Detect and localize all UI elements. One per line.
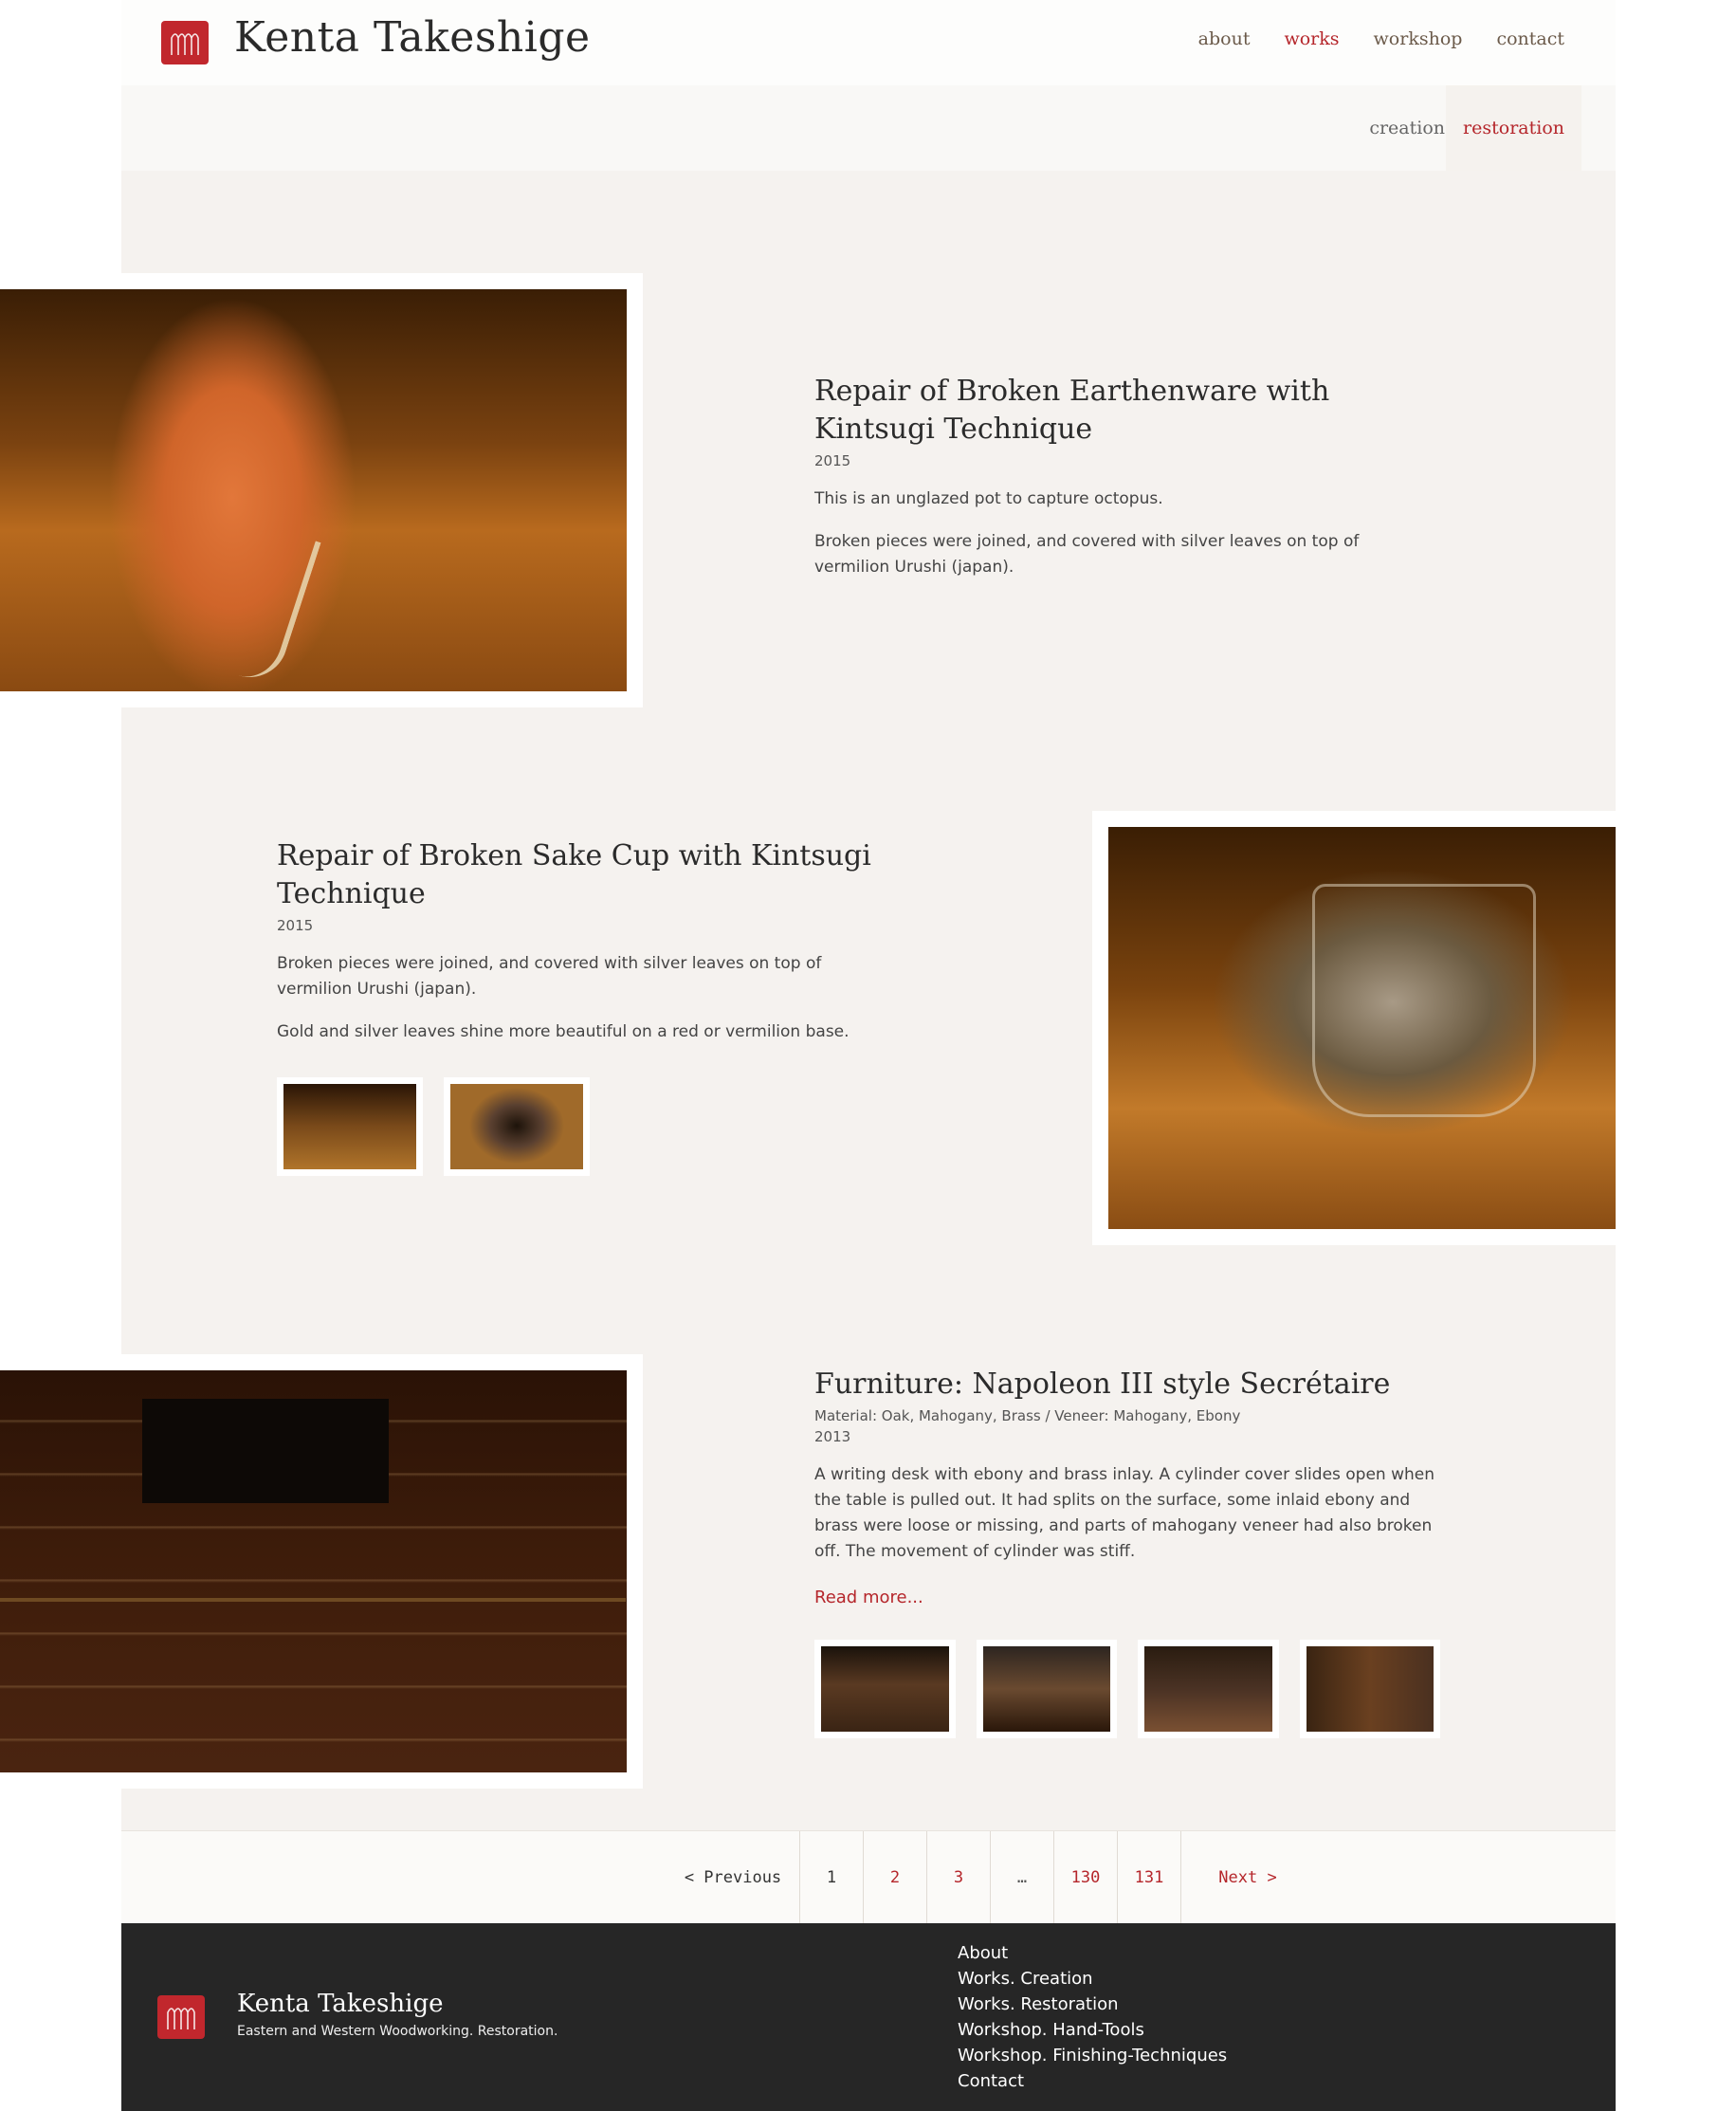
entry-paragraph: Broken pieces were joined, and covered w… — [277, 954, 822, 999]
nav-about[interactable]: about — [1198, 28, 1251, 49]
tab-restoration[interactable]: restoration — [1446, 85, 1581, 171]
entry-year: 2015 — [814, 452, 851, 469]
entry-description: Broken pieces were joined, and covered w… — [277, 951, 884, 1045]
thumbnail[interactable] — [1299, 1640, 1440, 1738]
thumbnail[interactable] — [277, 1077, 423, 1176]
main-nav: about works workshop contact — [1198, 28, 1564, 49]
nav-works[interactable]: works — [1284, 28, 1339, 49]
sake-cup-photo[interactable] — [1092, 811, 1616, 1245]
work-entry-earthenware: Repair of Broken Earthenware with Kintsu… — [814, 373, 1421, 580]
footer-link-works-restoration[interactable]: Works. Restoration — [958, 1992, 1227, 2017]
secretaire-photo[interactable] — [0, 1354, 643, 1789]
earthenware-photo[interactable] — [0, 273, 643, 707]
site-title[interactable]: Kenta Takeshige — [234, 13, 591, 62]
thumbnail-gallery — [814, 1640, 1440, 1738]
footer-links: About Works. Creation Works. Restoration… — [958, 1940, 1227, 2094]
thumbnail[interactable] — [814, 1640, 956, 1738]
footer-tagline: Eastern and Western Woodworking. Restora… — [237, 2024, 558, 2039]
pagination: < Previous 1 2 3 … 130 131 Next > — [121, 1830, 1616, 1924]
footer-site-name[interactable]: Kenta Takeshige — [237, 1990, 443, 2018]
footer-link-workshop-hand-tools[interactable]: Workshop. Hand-Tools — [958, 2017, 1227, 2043]
logo-icon[interactable] — [161, 21, 209, 64]
page-link-2[interactable]: 2 — [863, 1831, 926, 1924]
footer-link-contact[interactable]: Contact — [958, 2068, 1227, 2094]
site-footer: Kenta Takeshige Eastern and Western Wood… — [121, 1923, 1616, 2111]
entry-paragraph: A writing desk with ebony and brass inla… — [814, 1465, 1435, 1561]
entry-paragraph: Broken pieces were joined, and covered w… — [814, 532, 1360, 577]
entry-description: This is an unglazed pot to capture octop… — [814, 486, 1421, 580]
entry-paragraph: This is an unglazed pot to capture octop… — [814, 489, 1163, 508]
thumbnail-image — [982, 1646, 1110, 1732]
sake-cup-image — [1108, 827, 1616, 1229]
page-ellipsis: … — [990, 1831, 1053, 1924]
pager: < Previous 1 2 3 … 130 131 Next > — [667, 1831, 1314, 1924]
footer-logo-icon[interactable] — [157, 1995, 205, 2039]
nav-workshop[interactable]: workshop — [1374, 28, 1463, 49]
page-link-130[interactable]: 130 — [1053, 1831, 1117, 1924]
entry-title[interactable]: Repair of Broken Sake Cup with Kintsugi … — [277, 837, 884, 913]
footer-link-about[interactable]: About — [958, 1940, 1227, 1966]
entry-paragraph: Gold and silver leaves shine more beauti… — [277, 1022, 850, 1041]
entry-material: Material: Oak, Mahogany, Brass / Veneer:… — [814, 1407, 1241, 1424]
works-subnav: creation restoration — [121, 85, 1616, 171]
work-entry-sake-cup: Repair of Broken Sake Cup with Kintsugi … — [277, 837, 884, 1176]
entry-title[interactable]: Repair of Broken Earthenware with Kintsu… — [814, 373, 1421, 449]
page-link-3[interactable]: 3 — [926, 1831, 990, 1924]
work-entry-secretaire: Furniture: Napoleon III style Secrétaire… — [814, 1366, 1440, 1738]
thumbnail[interactable] — [444, 1077, 590, 1176]
footer-link-workshop-finishing[interactable]: Workshop. Finishing-Techniques — [958, 2043, 1227, 2068]
secretaire-image — [0, 1370, 627, 1772]
entry-year: 2013 — [814, 1428, 851, 1445]
thumbnail-image — [450, 1084, 583, 1169]
next-page-button[interactable]: Next > — [1180, 1831, 1314, 1924]
thumbnail-image — [1144, 1646, 1272, 1732]
entry-description: A writing desk with ebony and brass inla… — [814, 1462, 1440, 1565]
page-link-131[interactable]: 131 — [1117, 1831, 1180, 1924]
previous-page-button[interactable]: < Previous — [667, 1831, 799, 1924]
thumbnail-image — [821, 1646, 949, 1732]
thumbnail-image — [1306, 1646, 1434, 1732]
nav-contact[interactable]: contact — [1496, 28, 1564, 49]
read-more-link[interactable]: Read more... — [814, 1588, 923, 1607]
footer-link-works-creation[interactable]: Works. Creation — [958, 1966, 1227, 1992]
entry-year: 2015 — [277, 917, 314, 934]
thumbnail[interactable] — [1138, 1640, 1279, 1738]
site-header: Kenta Takeshige about works workshop con… — [121, 0, 1616, 85]
entry-title[interactable]: Furniture: Napoleon III style Secrétaire — [814, 1366, 1440, 1404]
thumbnail-image — [283, 1084, 416, 1169]
page-link-1[interactable]: 1 — [799, 1831, 863, 1924]
thumbnail-gallery — [277, 1077, 884, 1176]
earthenware-image — [0, 289, 627, 691]
thumbnail[interactable] — [976, 1640, 1117, 1738]
